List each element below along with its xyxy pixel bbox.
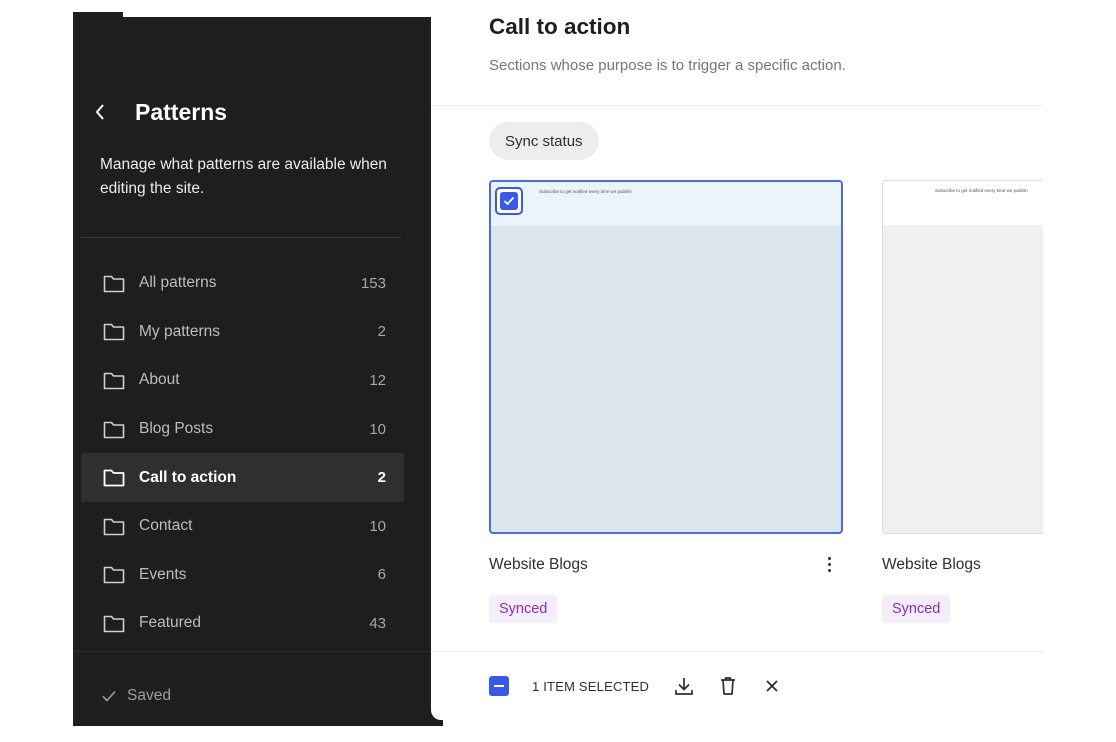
sidebar-item-blog-posts[interactable]: Blog Posts 10 xyxy=(81,405,404,454)
sidebar-item-count: 12 xyxy=(369,371,386,389)
save-status: Saved xyxy=(101,687,171,705)
clear-selection-button[interactable] xyxy=(761,675,783,697)
folder-icon xyxy=(103,567,125,584)
sidebar-item-count: 43 xyxy=(369,614,386,632)
save-status-label: Saved xyxy=(127,687,171,704)
sidebar-item-label: All patterns xyxy=(139,274,217,292)
deselect-all-checkbox[interactable] xyxy=(489,676,509,696)
pattern-select-checkbox[interactable] xyxy=(495,187,523,215)
sidebar-item-label: Contact xyxy=(139,517,193,535)
sidebar-item-my-patterns[interactable]: My patterns 2 xyxy=(81,308,404,357)
preview-banner: Subscribe to get notified every time we … xyxy=(491,182,841,226)
sidebar-item-label: Featured xyxy=(139,614,202,632)
sync-status-badge: Synced xyxy=(489,595,558,623)
folder-icon xyxy=(103,421,125,438)
sidebar-item-featured[interactable]: Featured 43 xyxy=(81,599,404,648)
folder-icon xyxy=(103,615,125,633)
sidebar-item-label: My patterns xyxy=(139,322,220,340)
pattern-preview[interactable]: Subscribe to get notified every time we … xyxy=(882,180,1043,534)
sidebar-item-count: 10 xyxy=(369,420,386,438)
pattern-card: Subscribe to get notified every time we … xyxy=(489,180,843,623)
sidebar-item-count: 153 xyxy=(360,274,386,292)
page-title: Call to action xyxy=(489,14,631,39)
bulk-actions-divider xyxy=(431,651,1043,652)
sidebar-item-about[interactable]: About 12 xyxy=(81,356,404,405)
check-icon xyxy=(102,690,116,702)
main-content: Call to action Sections whose purpose is… xyxy=(431,0,1043,720)
pattern-card-footer: Website Blogs Synced xyxy=(882,546,1043,623)
sidebar-item-count: 2 xyxy=(377,323,386,341)
sidebar-divider xyxy=(81,237,401,238)
pattern-categories-nav: All patterns 153 My patterns 2 About 12 … xyxy=(81,259,404,648)
sidebar-item-label: About xyxy=(139,371,180,389)
pattern-title[interactable]: Website Blogs xyxy=(489,556,588,574)
sidebar-item-count: 2 xyxy=(377,469,386,487)
sidebar-item-all-patterns[interactable]: All patterns 153 xyxy=(81,259,404,308)
sidebar-title: Patterns xyxy=(135,99,228,125)
header-divider xyxy=(431,105,1043,106)
sidebar-footer-divider xyxy=(73,651,443,652)
folder-icon xyxy=(103,518,125,536)
preview-text: Subscribe to get notified every time we … xyxy=(539,189,632,194)
kebab-menu-icon[interactable] xyxy=(819,552,839,576)
sync-status-badge: Synced xyxy=(882,595,951,623)
sidebar-item-count: 6 xyxy=(377,566,386,584)
download-button[interactable] xyxy=(673,675,695,697)
pattern-card-footer: Website Blogs Synced xyxy=(489,546,843,623)
folder-icon xyxy=(103,469,125,487)
download-icon xyxy=(675,678,693,695)
sidebar-item-label: Blog Posts xyxy=(139,420,214,438)
pattern-card: Subscribe to get notified every time we … xyxy=(882,180,1043,623)
delete-button[interactable] xyxy=(717,675,739,697)
pattern-preview[interactable]: Subscribe to get notified every time we … xyxy=(489,180,843,534)
checkmark-icon xyxy=(500,192,518,210)
preview-text: Subscribe to get notified every time we … xyxy=(935,188,1028,193)
selection-count-label: 1 ITEM SELECTED xyxy=(532,678,650,694)
folder-icon xyxy=(103,324,125,341)
folder-icon xyxy=(103,275,125,293)
pattern-title[interactable]: Website Blogs xyxy=(882,556,981,574)
sidebar-item-count: 10 xyxy=(369,517,386,535)
chevron-left-icon xyxy=(95,104,104,120)
bulk-actions-bar: 1 ITEM SELECTED xyxy=(489,675,805,697)
sidebar-item-label: Call to action xyxy=(139,468,237,486)
sidebar-item-call-to-action[interactable]: Call to action 2 xyxy=(81,453,404,502)
close-icon xyxy=(766,680,778,692)
sidebar: Patterns Manage what patterns are availa… xyxy=(73,17,443,726)
sidebar-item-label: Events xyxy=(139,565,187,583)
sidebar-item-events[interactable]: Events 6 xyxy=(81,551,404,600)
preview-banner: Subscribe to get notified every time we … xyxy=(883,181,1043,225)
page-description: Sections whose purpose is to trigger a s… xyxy=(489,57,846,74)
back-button[interactable] xyxy=(89,102,111,128)
sidebar-item-contact[interactable]: Contact 10 xyxy=(81,502,404,551)
sync-status-filter-button[interactable]: Sync status xyxy=(489,122,599,160)
folder-icon xyxy=(103,372,125,390)
sidebar-description: Manage what patterns are available when … xyxy=(100,156,387,197)
trash-icon xyxy=(721,677,736,695)
